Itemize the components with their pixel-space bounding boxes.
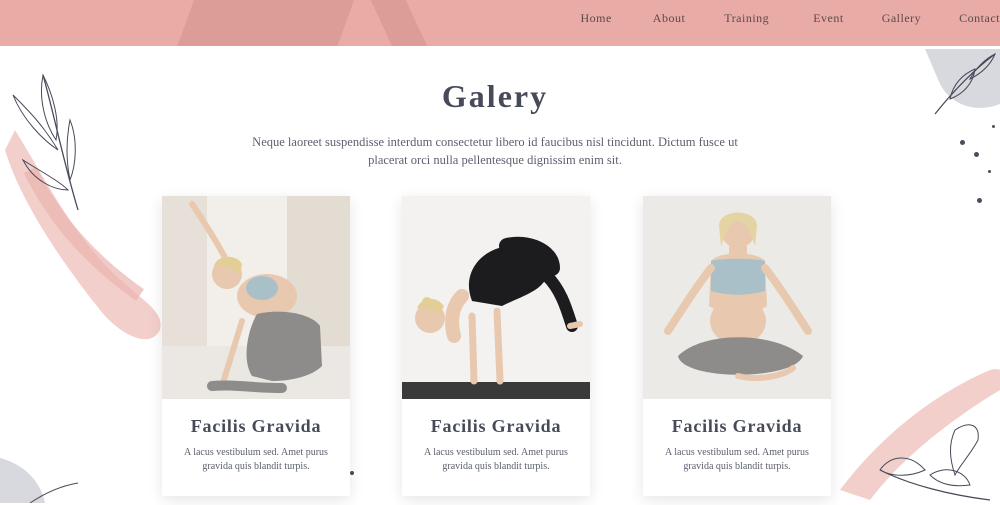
brush-stroke-left <box>5 130 161 340</box>
decor-dot <box>960 140 965 145</box>
nav-gallery[interactable]: Gallery <box>882 11 921 26</box>
shape-bottomleft <box>0 458 79 503</box>
page-intro: Neque laoreet suspendisse interdum conse… <box>252 135 738 167</box>
decor-dot <box>350 471 354 475</box>
decor-dot <box>974 152 979 157</box>
card-title: Facilis Gravida <box>190 416 322 436</box>
yoga-photo-meditation <box>643 196 831 399</box>
header-shape <box>361 0 434 46</box>
brush-stroke-right <box>840 369 1000 500</box>
decor-dot <box>992 125 995 128</box>
page-title: Galery <box>441 78 549 114</box>
nav-event[interactable]: Event <box>813 11 844 26</box>
header-shape <box>172 0 358 46</box>
gallery-card[interactable]: Facilis Gravida A lacus vestibulum sed. … <box>162 196 350 496</box>
top-navigation-bar: Home About Training Event Gallery Contac… <box>0 0 1000 46</box>
gallery-card[interactable]: Facilis Gravida A lacus vestibulum sed. … <box>643 196 831 496</box>
card-title: Facilis Gravida <box>671 416 803 436</box>
nav-training[interactable]: Training <box>724 11 769 26</box>
card-description: A lacus vestibulum sed. Amet purus gravi… <box>424 447 568 472</box>
nav-home[interactable]: Home <box>580 11 611 26</box>
leaf-branch-bottomright <box>879 424 991 501</box>
main-nav: Home About Training Event Gallery Contac… <box>580 11 1000 26</box>
gallery-card[interactable]: Facilis Gravida A lacus vestibulum sed. … <box>402 196 590 496</box>
yoga-photo-side-stretch <box>162 196 350 399</box>
card-description: A lacus vestibulum sed. Amet purus gravi… <box>665 447 809 472</box>
card-title: Facilis Gravida <box>430 416 562 436</box>
decor-dot <box>977 198 982 203</box>
decor-dot <box>988 170 991 173</box>
nav-about[interactable]: About <box>653 11 686 26</box>
card-description: A lacus vestibulum sed. Amet purus gravi… <box>184 447 328 472</box>
yoga-photo-crow-pose <box>402 196 590 399</box>
nav-contact[interactable]: Contact <box>959 11 1000 26</box>
